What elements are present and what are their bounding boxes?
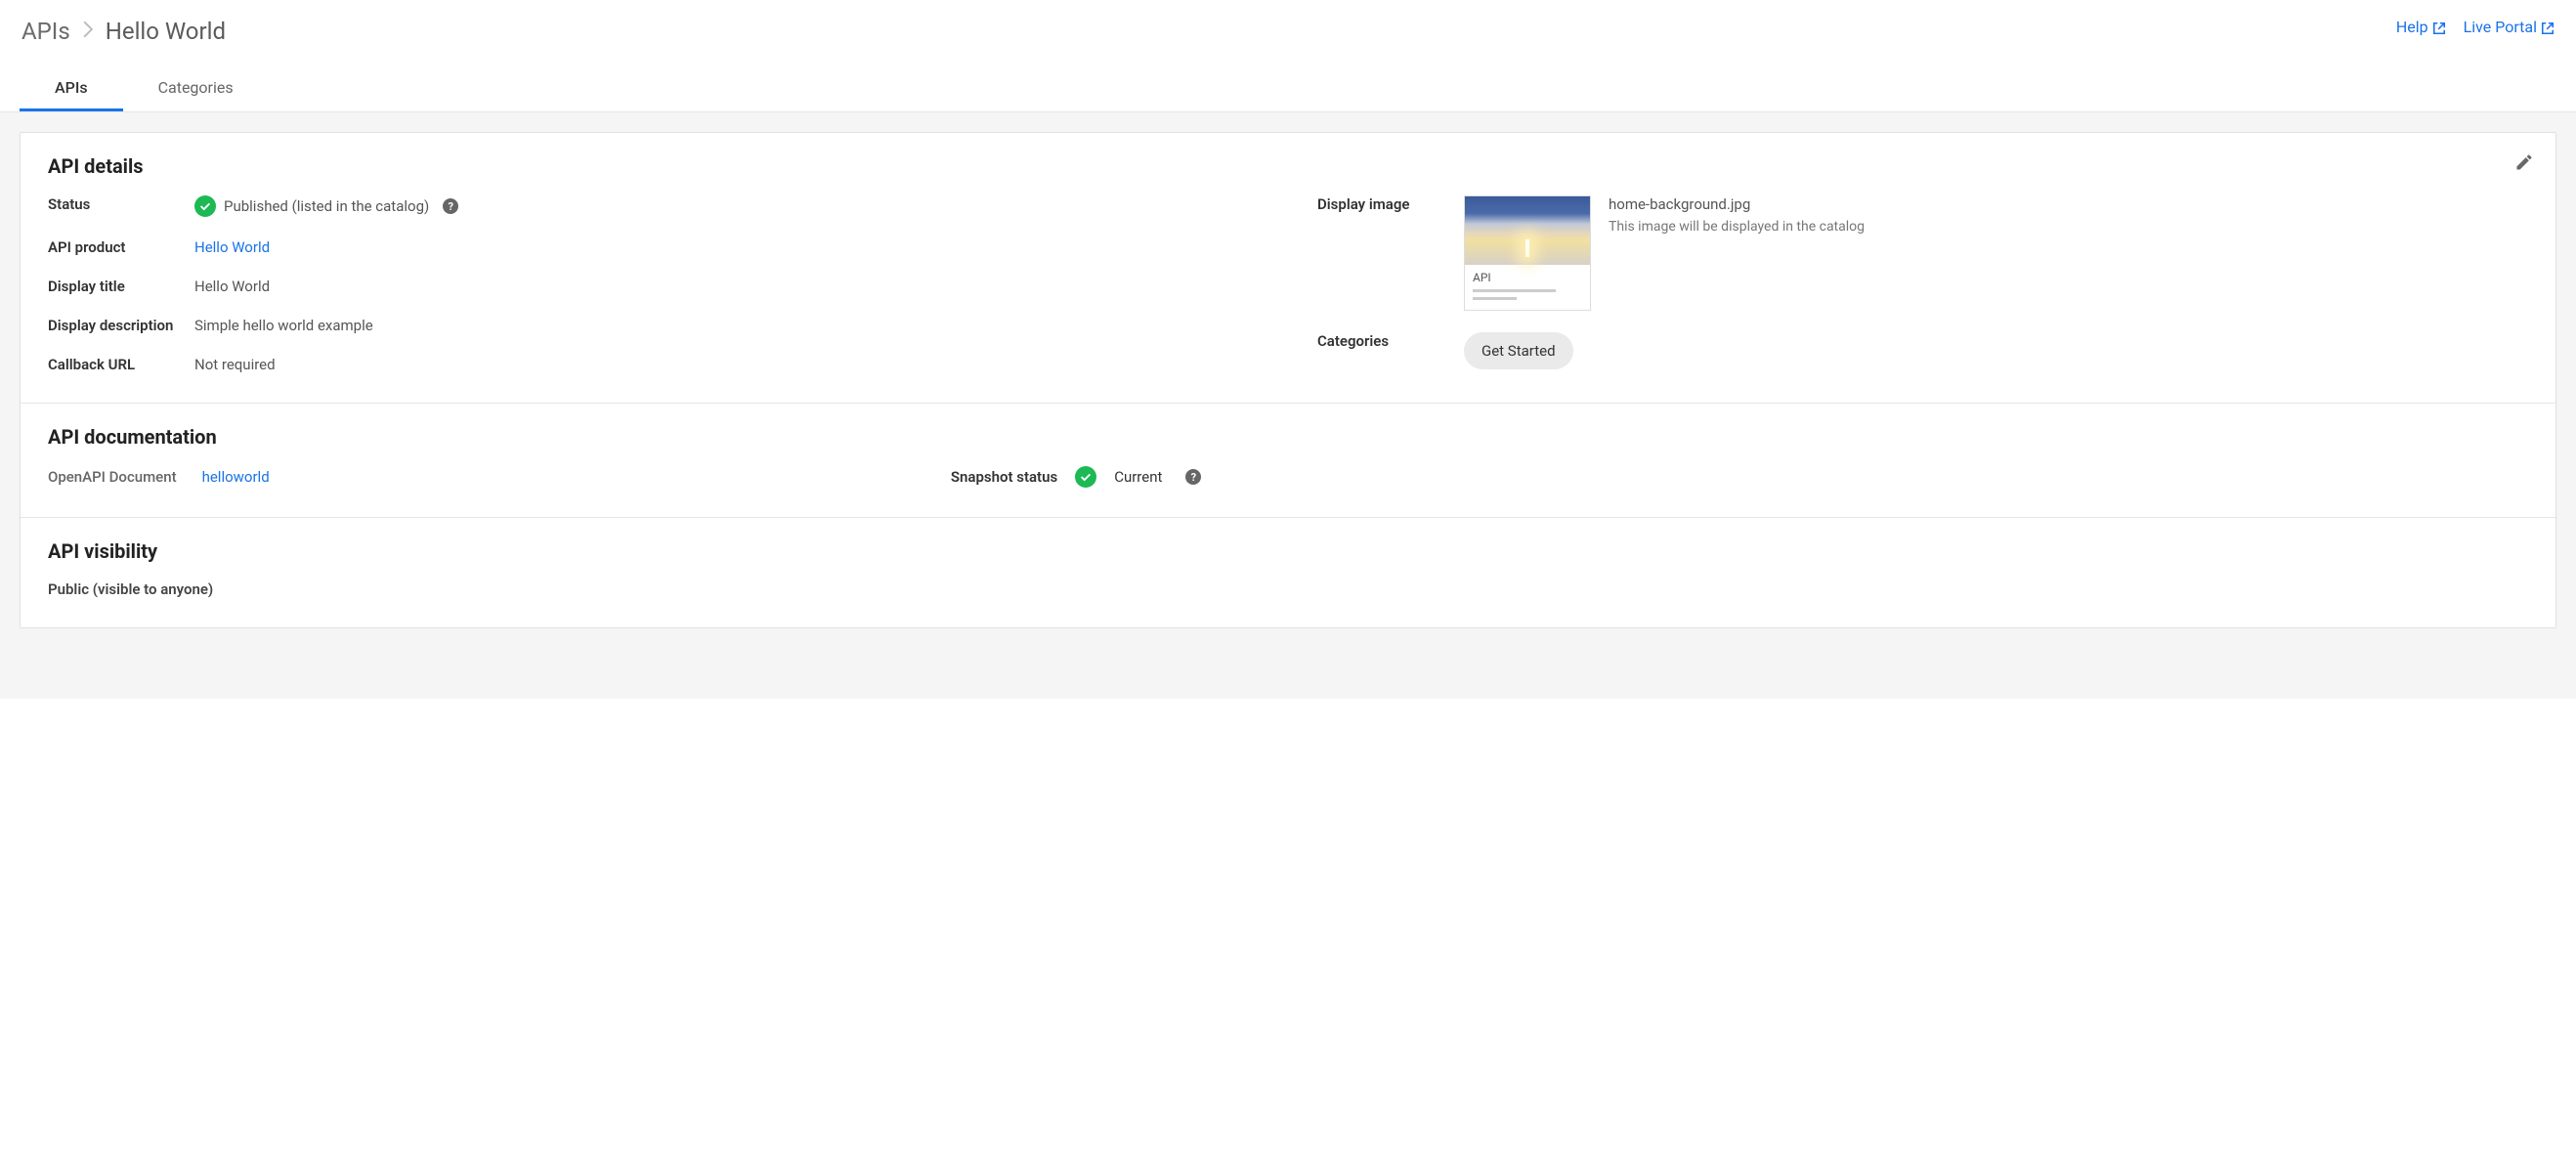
- breadcrumb-current: Hello World: [106, 18, 226, 45]
- category-chip[interactable]: Get Started: [1464, 332, 1573, 369]
- api-documentation-section: API documentation OpenAPI Document hello…: [21, 404, 2555, 518]
- external-link-icon: [2541, 18, 2555, 36]
- display-title-value: Hello World: [194, 278, 270, 295]
- snapshot-status-label: Snapshot status: [951, 468, 1057, 486]
- display-image-preview: API: [1464, 195, 1591, 311]
- edit-icon[interactable]: [2514, 152, 2534, 176]
- callback-url-label: Callback URL: [48, 356, 194, 373]
- display-description-value: Simple hello world example: [194, 317, 373, 334]
- check-circle-icon: [194, 195, 216, 217]
- help-icon[interactable]: ?: [443, 198, 458, 214]
- api-visibility-title: API visibility: [48, 539, 2528, 563]
- chevron-right-icon: [82, 20, 94, 44]
- check-circle-icon: [1075, 466, 1096, 488]
- tabs: APIs Categories: [0, 66, 2576, 112]
- help-link[interactable]: Help: [2396, 18, 2446, 36]
- display-image-thumbnail: [1465, 196, 1590, 265]
- display-image-caption: API: [1473, 271, 1491, 284]
- api-product-label: API product: [48, 238, 194, 256]
- help-icon[interactable]: ?: [1185, 469, 1201, 485]
- snapshot-status-value: Current: [1114, 468, 1162, 486]
- categories-label: Categories: [1317, 332, 1464, 350]
- status-value: Published (listed in the catalog): [224, 197, 429, 215]
- help-link-label: Help: [2396, 18, 2428, 36]
- api-product-link[interactable]: Hello World: [194, 238, 270, 256]
- breadcrumb-root[interactable]: APIs: [21, 18, 70, 45]
- api-details-title: API details: [48, 154, 2528, 178]
- external-link-icon: [2432, 18, 2446, 36]
- display-image-description: This image will be displayed in the cata…: [1609, 219, 1865, 235]
- display-image-filename: home-background.jpg: [1609, 195, 1865, 213]
- api-visibility-section: API visibility Public (visible to anyone…: [21, 518, 2555, 627]
- live-portal-link[interactable]: Live Portal: [2464, 18, 2555, 36]
- display-image-label: Display image: [1317, 195, 1464, 213]
- callback-url-value: Not required: [194, 356, 276, 373]
- tab-categories[interactable]: Categories: [123, 66, 269, 111]
- api-details-section: API details Status Published (listed in …: [21, 133, 2555, 404]
- live-portal-link-label: Live Portal: [2464, 18, 2537, 36]
- display-description-label: Display description: [48, 317, 194, 334]
- breadcrumb: APIs Hello World: [21, 18, 226, 45]
- status-label: Status: [48, 195, 194, 213]
- openapi-document-label: OpenAPI Document: [48, 468, 177, 486]
- display-title-label: Display title: [48, 278, 194, 295]
- api-visibility-value: Public (visible to anyone): [48, 580, 2528, 598]
- tab-apis[interactable]: APIs: [20, 66, 123, 111]
- api-documentation-title: API documentation: [48, 425, 2528, 449]
- openapi-document-link[interactable]: helloworld: [202, 468, 270, 486]
